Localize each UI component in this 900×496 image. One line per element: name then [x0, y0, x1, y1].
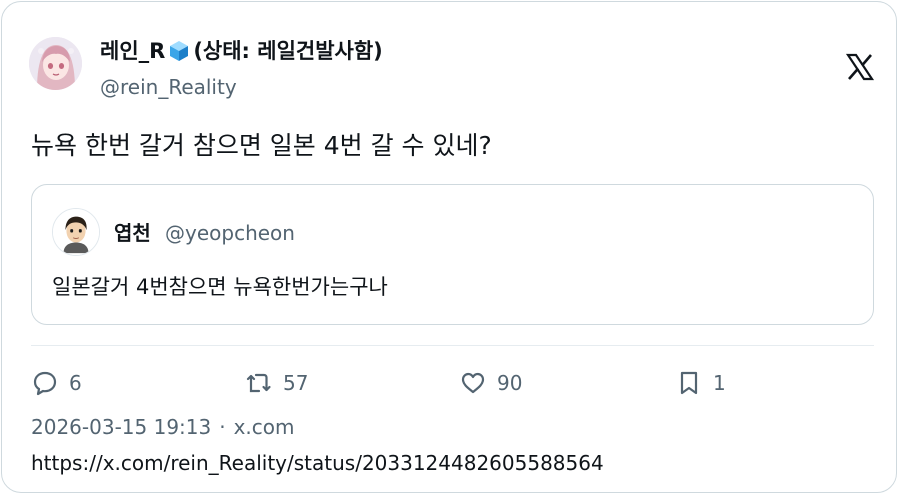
author-handle[interactable]: @rein_Reality: [100, 74, 237, 100]
tweet-text: 뉴욕 한번 갈거 참으면 일본 4번 갈 수 있네?: [31, 131, 492, 160]
quoted-tweet[interactable]: 엽천 @yeopcheon 일본갈거 4번참으면 뉴욕한번가는구나: [31, 184, 874, 325]
timestamp[interactable]: 2026-03-15 19:13: [31, 415, 211, 439]
author-display-name-prefix: 레인_R: [100, 39, 166, 63]
source-link[interactable]: x.com: [234, 415, 295, 439]
quoted-author-handle[interactable]: @yeopcheon: [165, 220, 295, 246]
x-logo-icon[interactable]: [845, 52, 875, 82]
bookmark-count: 1: [713, 371, 726, 395]
tweet-url[interactable]: https://x.com/rein_Reality/status/203312…: [31, 449, 604, 477]
quoted-tweet-text: 일본갈거 4번참으면 뉴욕한번가는구나: [52, 275, 388, 299]
tweet-meta: 2026-03-15 19:13 · x.com: [31, 413, 295, 441]
retweet-button[interactable]: 57: [245, 366, 308, 400]
author-display-name[interactable]: 레인_R (상태: 레일건발사함): [100, 36, 383, 66]
heart-icon: [461, 372, 485, 394]
retweet-count: 57: [283, 371, 309, 395]
anime-girl-avatar-icon: [29, 37, 82, 90]
mii-avatar-icon: [53, 209, 99, 255]
retweet-icon: [246, 373, 271, 393]
quoted-author-avatar[interactable]: [52, 208, 100, 256]
bookmark-icon: [680, 371, 698, 395]
tweet-card: 레인_R (상태: 레일건발사함) @rein_Reality 뉴욕 한번 갈거…: [1, 1, 897, 493]
like-button[interactable]: 90: [459, 366, 522, 400]
divider: [31, 345, 874, 346]
reply-icon: [33, 371, 57, 396]
author-avatar[interactable]: [29, 37, 82, 90]
bookmark-button[interactable]: 1: [675, 366, 726, 400]
reply-button[interactable]: 6: [31, 366, 82, 400]
quoted-author-name[interactable]: 엽천: [114, 220, 151, 246]
like-count: 90: [497, 371, 523, 395]
meta-separator: ·: [219, 415, 226, 439]
author-display-name-suffix: (상태: 레일건발사함): [193, 39, 383, 63]
blue-cube-icon: [170, 41, 189, 61]
reply-count: 6: [69, 371, 82, 395]
